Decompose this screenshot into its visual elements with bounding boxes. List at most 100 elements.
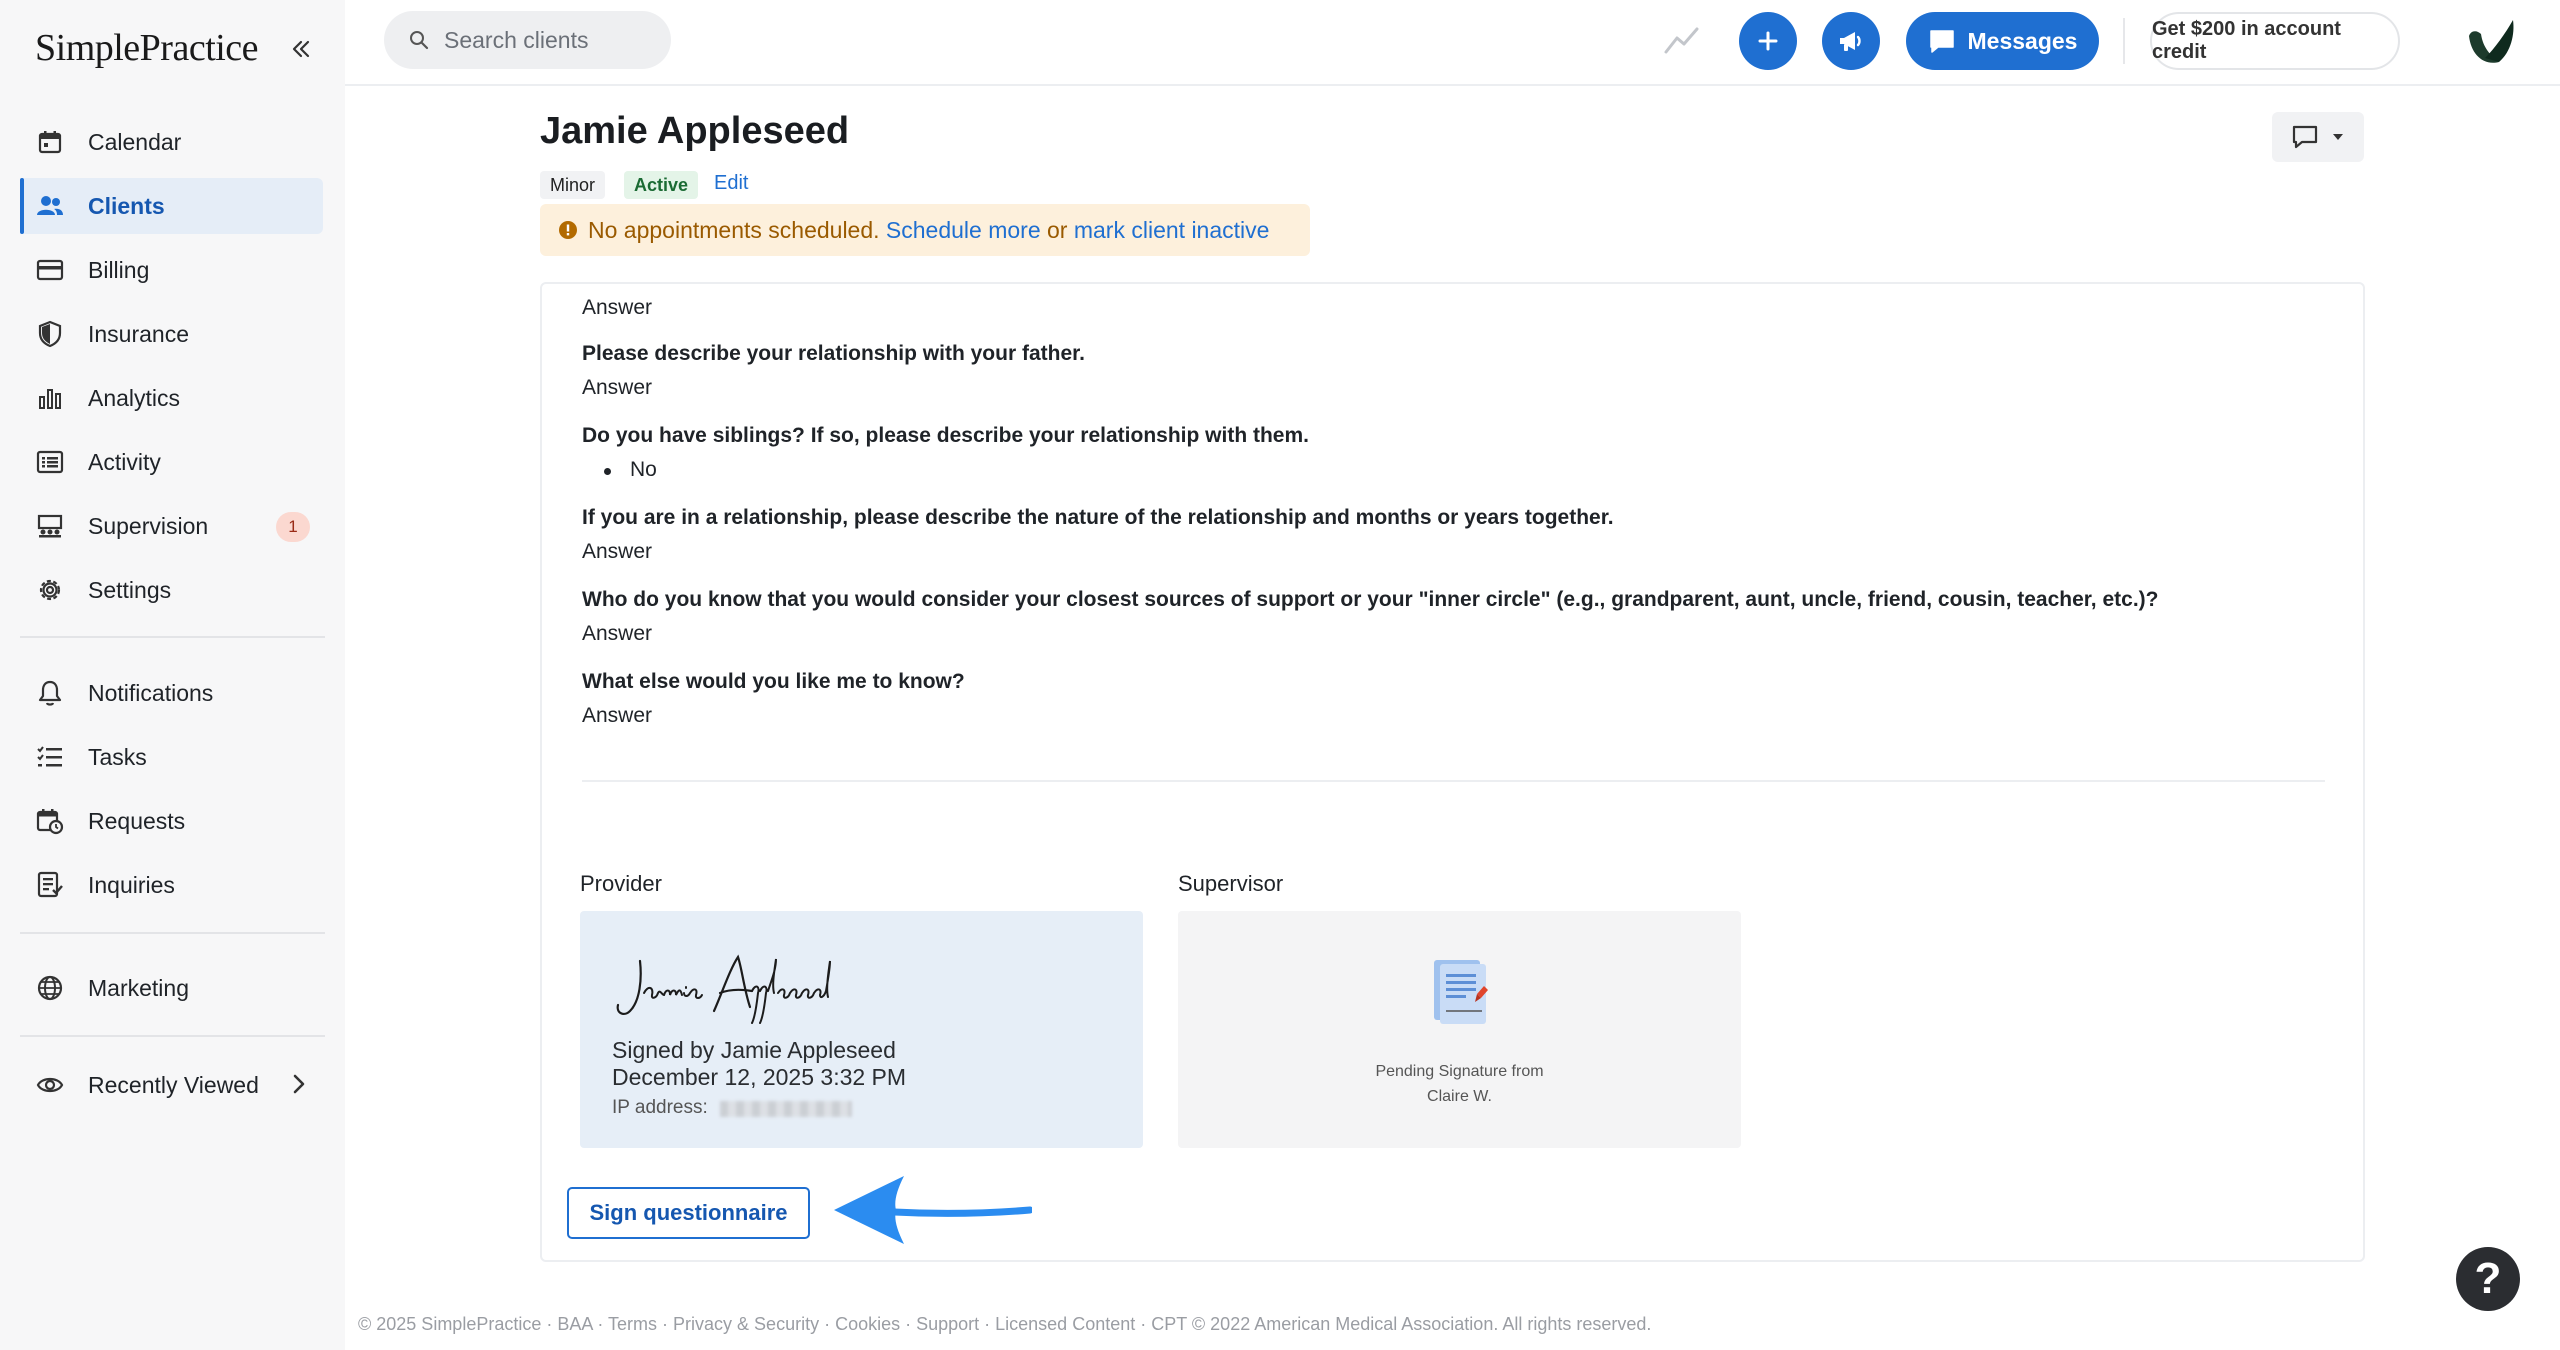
sidebar-item-label: Notifications [88,679,214,706]
sidebar-item-label: Recently Viewed [88,1071,259,1098]
sidebar-item-label: Billing [88,256,150,283]
chevron-right-icon [289,1071,309,1102]
sidebar-item-label: Marketing [88,974,189,1001]
sidebar-item-billing[interactable]: Billing [20,242,323,298]
section-divider [582,780,2325,782]
question-relationship: If you are in a relationship, please des… [582,506,1614,529]
search-box[interactable] [384,11,671,69]
bar-chart-icon [34,382,66,414]
supervisor-label: Supervisor [1178,871,1284,896]
warning-icon [559,221,577,239]
answer-text: Answer [582,622,653,645]
supervision-icon [34,510,66,542]
sidebar-divider [20,1035,325,1037]
sidebar-item-inquiries[interactable]: Inquiries [20,857,323,913]
answer-bullet: No [604,458,657,481]
calendar-icon [34,126,66,158]
double-chevron-left-icon [292,40,310,58]
sidebar-item-recently-viewed[interactable]: Recently Viewed [20,1057,323,1113]
sidebar-item-supervision[interactable]: Supervision 1 [20,498,323,554]
annotation-arrow-icon [834,1176,1032,1244]
trending-icon[interactable] [1663,24,1701,63]
collapse-sidebar-button[interactable] [286,32,316,66]
sidebar-item-activity[interactable]: Activity [20,434,323,490]
sidebar-item-insurance[interactable]: Insurance [20,306,323,362]
account-credit-button[interactable]: Get $200 in account credit [2150,12,2400,70]
signed-date-text: December 12, 2025 3:32 PM [612,1064,907,1090]
sidebar-item-clients[interactable]: Clients [20,178,323,234]
globe-icon [34,972,66,1004]
add-button[interactable] [1739,12,1797,70]
sidebar-item-label: Clients [88,192,165,219]
sidebar-item-tasks[interactable]: Tasks [20,729,323,785]
sidebar-item-label: Insurance [88,320,190,347]
shield-icon [34,318,66,350]
edit-tags-link[interactable]: Edit [714,172,748,195]
inquiry-form-icon [34,869,66,901]
sidebar: SimplePractice Calendar Clients Billing [0,0,345,1350]
messages-button[interactable]: Messages [1906,12,2099,70]
question-father: Please describe your relationship with y… [582,342,1085,365]
top-bar: Messages Get $200 in account credit [345,0,2560,86]
sidebar-item-label: Activity [88,448,161,475]
supervision-count-badge: 1 [276,512,310,542]
topbar-divider [2123,18,2125,64]
pending-signature-text: Pending Signature from Claire W. [1178,1059,1741,1109]
simplepractice-leaf-icon[interactable] [2461,14,2519,70]
notes-dropdown-button[interactable] [2272,112,2364,162]
sidebar-item-settings[interactable]: Settings [20,562,323,618]
list-icon [34,446,66,478]
answer-text: Answer [582,704,653,727]
page-footer: © 2025 SimplePractice · BAA · Terms · Pr… [358,1314,1652,1334]
question-anything-else: What else would you like me to know? [582,670,965,693]
question-siblings: Do you have siblings? If so, please desc… [582,424,1309,447]
bell-icon [34,677,66,709]
sidebar-item-requests[interactable]: Requests [20,793,323,849]
sidebar-item-label: Settings [88,576,172,603]
no-appointments-alert: No appointments scheduled. Schedule more… [540,204,1310,256]
handwritten-signature [616,954,831,1024]
supervisor-signature-box: Pending Signature from Claire W. [1178,911,1741,1148]
sign-questionnaire-button[interactable]: Sign questionnaire [567,1187,810,1239]
mark-client-inactive-link[interactable]: mark client inactive [1074,217,1270,244]
sidebar-item-calendar[interactable]: Calendar [20,114,323,170]
sidebar-item-notifications[interactable]: Notifications [20,665,323,721]
plus-icon [1758,31,1778,51]
help-button[interactable]: ? [2456,1247,2520,1311]
active-status-tag: Active [624,171,699,199]
simplepractice-logo[interactable]: SimplePractice [35,26,259,70]
ip-address-label: IP address: [612,1097,708,1118]
caret-down-icon [2333,134,2343,140]
checklist-icon [34,741,66,773]
pending-line-1: Pending Signature from [1375,1063,1544,1080]
sidebar-item-label: Supervision [88,512,209,539]
questionnaire-card: Answer Please describe your relationship… [540,282,2365,1262]
sidebar-item-label: Inquiries [88,871,175,898]
announcements-button[interactable] [1822,12,1880,70]
answer-text: Answer [582,540,653,563]
chat-bubble-icon [1929,30,1954,53]
minor-tag: Minor [540,171,606,199]
client-name: Jamie Appleseed [540,110,850,152]
answer-text: Answer [582,296,653,319]
alert-text: No appointments scheduled. [588,216,886,243]
gear-icon [34,574,66,606]
alert-or-text: or [1040,216,1074,243]
sidebar-item-analytics[interactable]: Analytics [20,370,323,426]
provider-label: Provider [580,871,662,896]
schedule-more-link[interactable]: Schedule more [886,217,1041,244]
comment-icon [2292,125,2318,149]
megaphone-icon [1840,32,1861,51]
sidebar-item-label: Requests [88,807,186,834]
sidebar-divider [20,636,325,638]
users-icon [34,190,66,222]
search-icon [410,31,429,50]
search-input[interactable] [444,26,654,54]
pending-line-2: Claire W. [1427,1088,1492,1105]
calendar-clock-icon [34,805,66,837]
answer-text: Answer [582,376,653,399]
ip-address-redacted [720,1101,852,1117]
messages-label: Messages [1967,27,2078,54]
signed-by-text: Signed by Jamie Appleseed [612,1037,896,1063]
sidebar-item-marketing[interactable]: Marketing [20,960,323,1016]
